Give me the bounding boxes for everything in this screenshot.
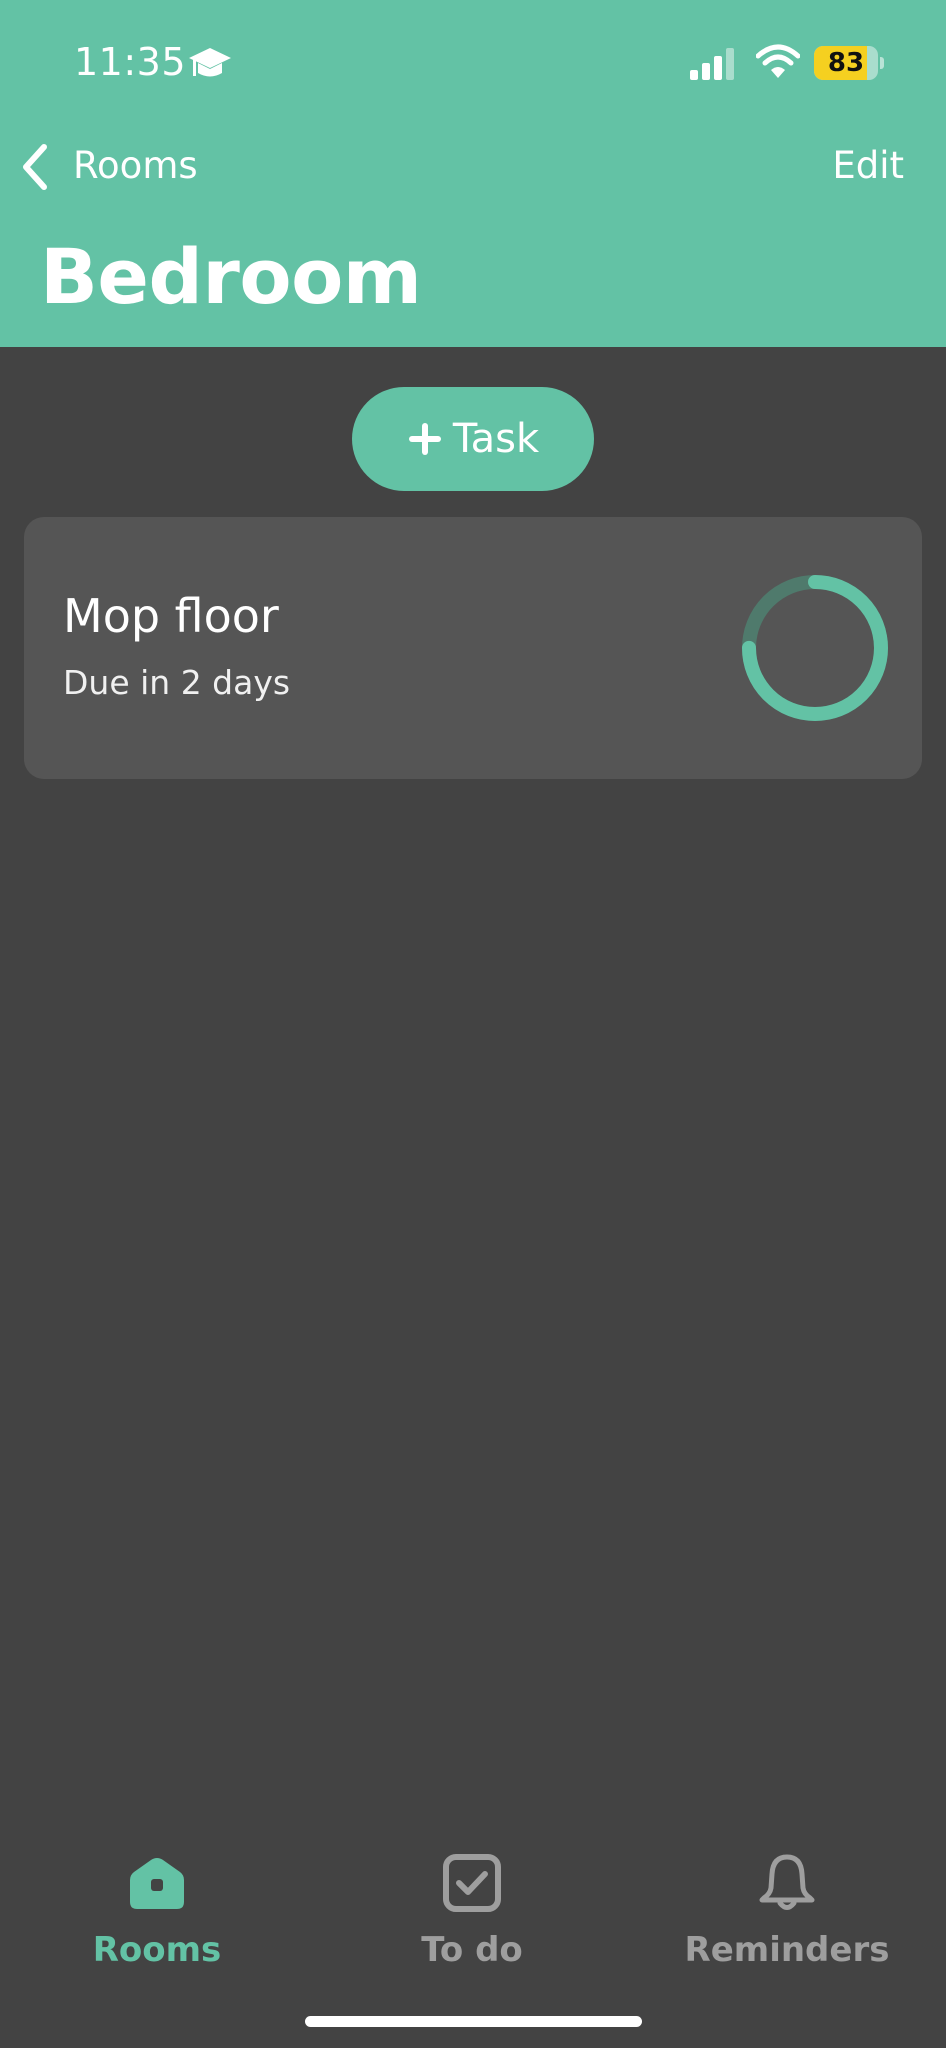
tab-label-reminders: Reminders bbox=[684, 1930, 890, 1970]
battery-cap bbox=[880, 57, 884, 69]
task-card[interactable]: Mop floor Due in 2 days bbox=[24, 517, 922, 779]
header: 11:35 83 Rooms Edit Bedroom bbox=[0, 0, 946, 347]
task-due-text: Due in 2 days bbox=[63, 663, 291, 702]
tab-label-rooms: Rooms bbox=[92, 1930, 222, 1970]
add-task-button[interactable]: Task bbox=[352, 387, 594, 491]
graduation-cap-icon bbox=[189, 48, 231, 77]
edit-button[interactable]: Edit bbox=[832, 144, 904, 187]
battery-body: 83 bbox=[814, 46, 878, 80]
tab-todo[interactable]: To do bbox=[347, 1852, 597, 1972]
home-indicator bbox=[305, 2016, 642, 2027]
page-title: Bedroom bbox=[40, 232, 422, 321]
add-task-label: Task bbox=[452, 416, 540, 462]
bell-icon bbox=[759, 1854, 815, 1910]
task-progress-ring bbox=[742, 575, 888, 721]
cellular-signal-icon bbox=[690, 48, 734, 80]
wifi-icon bbox=[756, 44, 800, 78]
screen: 11:35 83 Rooms Edit Bedroom Task Mop flo… bbox=[0, 0, 946, 2048]
tab-label-todo: To do bbox=[421, 1930, 523, 1970]
tab-rooms[interactable]: Rooms bbox=[32, 1852, 282, 1972]
tab-reminders[interactable]: Reminders bbox=[662, 1852, 912, 1972]
plus-icon bbox=[408, 423, 441, 455]
battery-level: 83 bbox=[827, 48, 865, 78]
status-time: 11:35 bbox=[74, 40, 187, 84]
house-icon bbox=[130, 1858, 184, 1909]
battery-indicator: 83 bbox=[814, 46, 884, 80]
back-chevron-icon[interactable] bbox=[18, 142, 52, 192]
task-title: Mop floor bbox=[63, 589, 279, 643]
checkbox-icon bbox=[443, 1854, 501, 1912]
back-button[interactable]: Rooms bbox=[73, 144, 198, 187]
